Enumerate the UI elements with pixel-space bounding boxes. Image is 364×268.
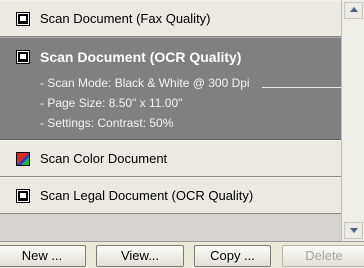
- list-item-label: Scan Legal Document (OCR Quality): [40, 188, 254, 203]
- list-item-legal-document[interactable]: Scan Legal Document (OCR Quality): [0, 177, 341, 214]
- list-item-fax-quality[interactable]: Scan Document (Fax Quality): [0, 0, 341, 37]
- scan-profile-list[interactable]: Scan Document (Fax Quality) Scan Documen…: [0, 0, 364, 241]
- view-button[interactable]: View...: [96, 245, 184, 267]
- scanner-document-icon: [16, 50, 30, 64]
- list-item-color-document[interactable]: Scan Color Document: [0, 140, 341, 177]
- delete-button[interactable]: Delete: [282, 245, 364, 267]
- scroll-up-button[interactable]: [344, 2, 363, 19]
- settings-detail: - Settings: Contrast: 50%: [40, 116, 174, 130]
- scanner-document-icon: [16, 12, 30, 26]
- scan-profile-items: Scan Document (Fax Quality) Scan Documen…: [0, 0, 341, 214]
- color-scan-icon: [16, 152, 30, 166]
- scanner-document-icon: [16, 189, 30, 203]
- vertical-scrollbar[interactable]: [341, 0, 364, 241]
- scroll-down-button[interactable]: [344, 222, 363, 239]
- list-item-label: Scan Color Document: [40, 151, 168, 166]
- new-button[interactable]: New ...: [0, 245, 86, 267]
- list-item-label: Scan Document (OCR Quality): [40, 49, 242, 65]
- arrow-down-icon: [350, 228, 358, 233]
- button-bar: New ... View... Copy ... Delete: [0, 241, 364, 268]
- arrow-up-icon: [350, 7, 358, 12]
- selection-pointer-line: [262, 87, 341, 88]
- list-item-ocr-quality[interactable]: Scan Document (OCR Quality) - Scan Mode:…: [0, 37, 341, 140]
- scan-mode-detail: - Scan Mode: Black & White @ 300 Dpi: [40, 76, 250, 90]
- copy-button[interactable]: Copy ...: [194, 245, 271, 267]
- page-size-detail: - Page Size: 8.50" x 11.00": [40, 96, 183, 110]
- list-item-label: Scan Document (Fax Quality): [40, 11, 211, 26]
